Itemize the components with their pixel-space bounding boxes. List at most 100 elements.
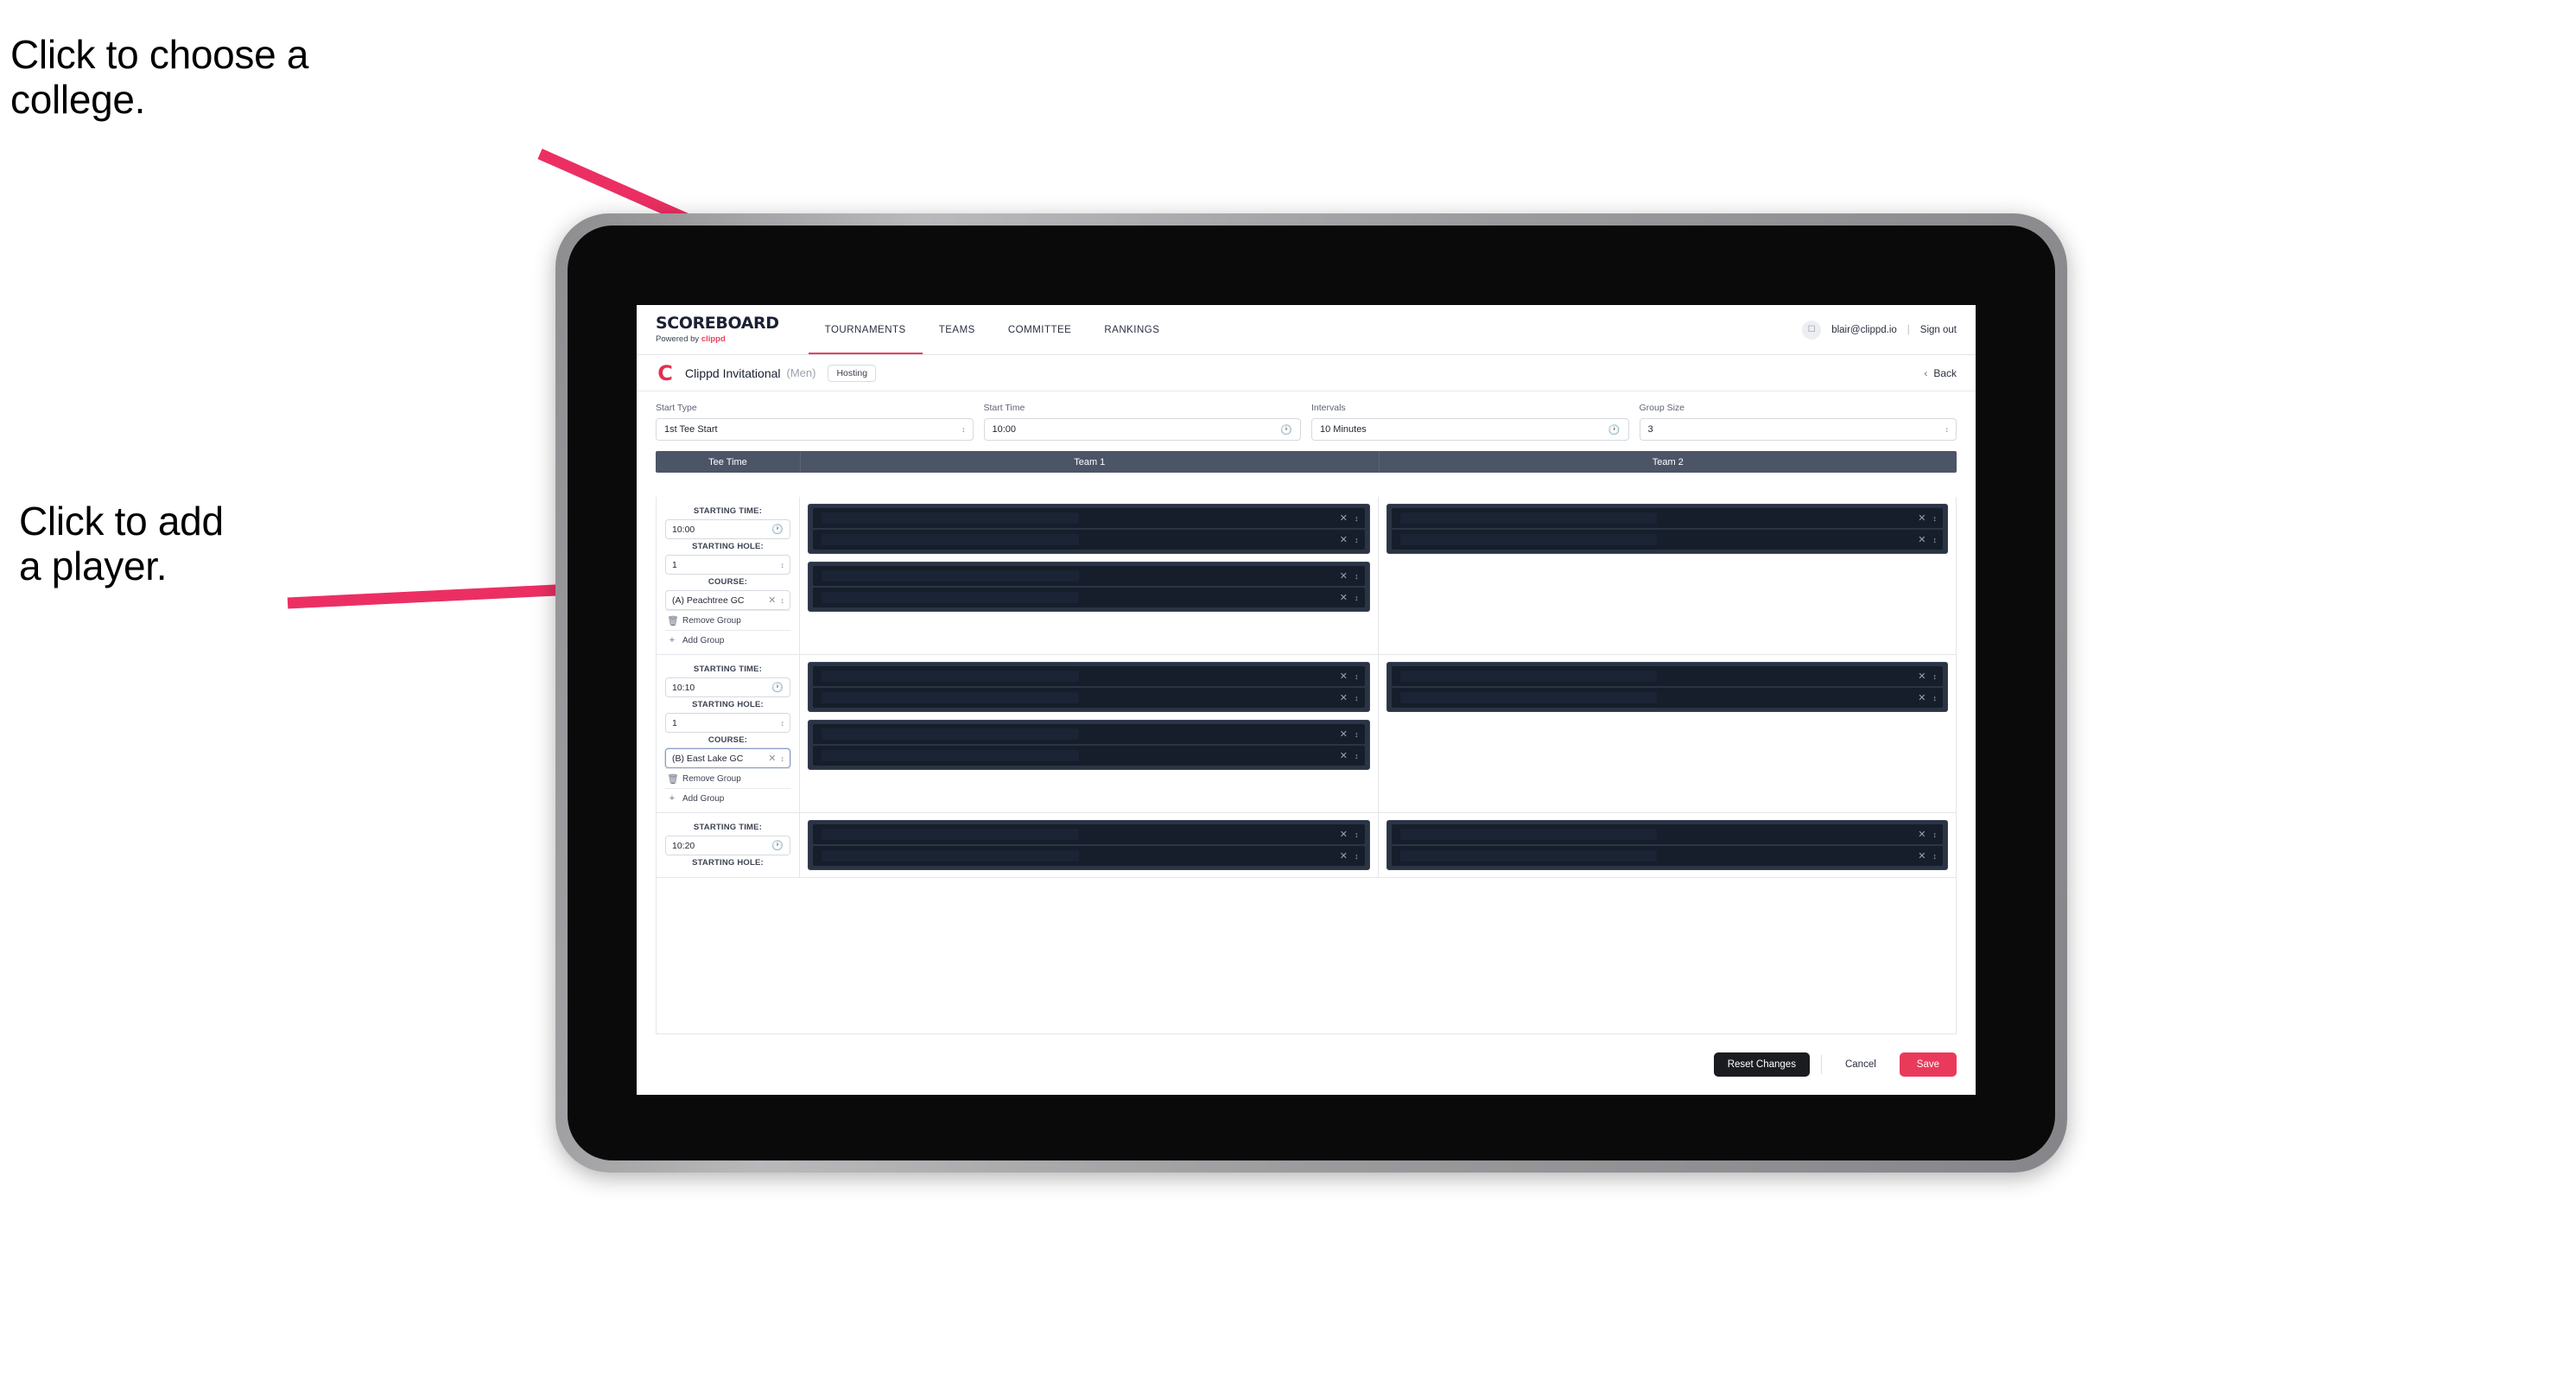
player-slot[interactable]: ✕ ↕ — [813, 746, 1365, 766]
clear-icon[interactable]: ✕ — [1918, 671, 1926, 682]
clear-icon[interactable]: ✕ — [1340, 850, 1348, 861]
clear-icon[interactable]: ✕ — [1918, 692, 1926, 703]
chevron-updown-icon[interactable]: ↕ — [1355, 594, 1358, 602]
chevron-updown-icon[interactable]: ↕ — [1933, 536, 1937, 544]
player-slot[interactable]: ✕ ↕ — [813, 588, 1365, 607]
chevron-updown-icon[interactable]: ↕ — [1355, 752, 1358, 760]
player-name-placeholder — [1399, 671, 1658, 682]
clear-icon[interactable]: ✕ — [1340, 750, 1348, 761]
input-starting-time[interactable]: 10:00 🕐 — [665, 519, 790, 539]
screenshot-root: Click to choose a college. Click to add … — [0, 0, 2576, 1386]
nav-tab-tournaments[interactable]: TOURNAMENTS — [808, 305, 923, 354]
input-start-time[interactable]: 10:00 🕐 — [983, 418, 1301, 441]
chevron-updown-icon[interactable]: ↕ — [1933, 852, 1937, 861]
pairings-table-header: Tee Time Team 1 Team 2 — [656, 451, 1957, 473]
input-starting-time[interactable]: 10:10 🕐 — [665, 677, 790, 697]
chevron-updown-icon[interactable]: ↕ — [1355, 852, 1358, 861]
chevron-updown-icon: ↕ — [780, 718, 784, 728]
player-slot[interactable]: ✕ ↕ — [1391, 688, 1943, 708]
input-starting-hole[interactable]: 1 ↕ — [665, 555, 790, 575]
clear-icon[interactable]: ✕ — [1340, 671, 1348, 682]
clear-icon[interactable]: ✕ — [1340, 512, 1348, 524]
player-slot[interactable]: ✕ ↕ — [813, 846, 1365, 866]
player-slot[interactable]: ✕ ↕ — [1391, 508, 1943, 528]
clock-icon: 🕐 — [1608, 424, 1621, 436]
add-group-button[interactable]: + Add Group — [665, 630, 790, 649]
clear-icon[interactable]: ✕ — [1340, 592, 1348, 603]
clear-icon[interactable]: ✕ — [1918, 534, 1926, 545]
player-slot[interactable]: ✕ ↕ — [813, 724, 1365, 744]
player-name-placeholder — [822, 850, 1079, 861]
player-name-placeholder — [1399, 692, 1658, 703]
player-name-placeholder — [1399, 829, 1658, 840]
back-link[interactable]: ‹ Back — [1924, 367, 1957, 379]
user-avatar-icon[interactable]: ☐ — [1802, 320, 1822, 340]
clear-icon[interactable]: ✕ — [1340, 534, 1348, 545]
chevron-updown-icon[interactable]: ↕ — [1933, 830, 1937, 839]
reset-changes-button[interactable]: Reset Changes — [1713, 1052, 1810, 1077]
player-slot[interactable]: ✕ ↕ — [813, 530, 1365, 550]
value-starting-time: 10:20 — [672, 840, 695, 851]
trash-icon: 🗑 — [667, 774, 679, 785]
select-intervals[interactable]: 10 Minutes 🕐 — [1311, 418, 1629, 441]
hosting-badge: Hosting — [828, 364, 877, 382]
player-slot[interactable]: ✕ ↕ — [1391, 666, 1943, 686]
clear-icon[interactable]: ✕ — [1918, 850, 1926, 861]
chevron-updown-icon[interactable]: ↕ — [1355, 672, 1358, 681]
value-course: (B) East Lake GC — [672, 753, 744, 764]
tee-time-cell: STARTING TIME: 10:10 🕐 STARTING HOLE: 1 … — [657, 655, 800, 812]
action-footer: Reset Changes Cancel Save — [637, 1034, 1976, 1095]
player-slot[interactable]: ✕ ↕ — [1391, 530, 1943, 550]
chevron-updown-icon[interactable]: ↕ — [1355, 694, 1358, 703]
stepper-group-size[interactable]: 3 ↕ — [1639, 418, 1957, 441]
sign-out-link[interactable]: Sign out — [1920, 325, 1957, 335]
add-group-button[interactable]: + Add Group — [665, 788, 790, 807]
player-slot[interactable]: ✕ ↕ — [813, 566, 1365, 586]
nav-tab-committee[interactable]: COMMITTEE — [992, 305, 1088, 354]
select-course[interactable]: (B) East Lake GC ✕ ↕ — [665, 748, 790, 768]
save-button[interactable]: Save — [1899, 1052, 1957, 1077]
clear-icon[interactable]: ✕ — [1340, 570, 1348, 582]
nav-tab-rankings[interactable]: RANKINGS — [1088, 305, 1176, 354]
chevron-updown-icon[interactable]: ↕ — [1933, 694, 1937, 703]
brand-logo[interactable]: SCOREBOARD Powered by clippd — [656, 305, 809, 354]
select-start-type[interactable]: 1st Tee Start ↕ — [656, 418, 974, 441]
chevron-updown-icon[interactable]: ↕ — [1355, 536, 1358, 544]
player-slot[interactable]: ✕ ↕ — [1391, 824, 1943, 844]
input-starting-hole[interactable]: 1 ↕ — [665, 713, 790, 733]
label-starting-hole: STARTING HOLE: — [692, 542, 764, 551]
account-email: blair@clippd.io — [1831, 324, 1897, 335]
player-name-placeholder — [822, 512, 1079, 524]
chevron-updown-icon[interactable]: ↕ — [1355, 514, 1358, 523]
player-slot[interactable]: ✕ ↕ — [813, 824, 1365, 844]
tournament-name: Clippd Invitational — [685, 366, 781, 380]
nav-tab-teams[interactable]: TEAMS — [923, 305, 992, 354]
clear-icon[interactable]: ✕ — [768, 594, 776, 606]
player-slot[interactable]: ✕ ↕ — [813, 666, 1365, 686]
label-starting-time: STARTING TIME: — [693, 506, 763, 516]
clear-icon[interactable]: ✕ — [1918, 829, 1926, 840]
player-group: ✕ ↕ ✕ ↕ — [808, 662, 1370, 712]
clear-icon[interactable]: ✕ — [768, 753, 776, 764]
player-slot[interactable]: ✕ ↕ — [813, 508, 1365, 528]
player-slot[interactable]: ✕ ↕ — [813, 688, 1365, 708]
remove-group-button[interactable]: 🗑 Remove Group — [665, 768, 790, 788]
chevron-updown-icon[interactable]: ↕ — [1933, 514, 1937, 523]
clear-icon[interactable]: ✕ — [1340, 692, 1348, 703]
chevron-updown-icon[interactable]: ↕ — [1355, 830, 1358, 839]
clear-icon[interactable]: ✕ — [1918, 512, 1926, 524]
clear-icon[interactable]: ✕ — [1340, 728, 1348, 740]
remove-group-button[interactable]: 🗑 Remove Group — [665, 610, 790, 630]
cancel-button[interactable]: Cancel — [1833, 1052, 1888, 1077]
player-slot[interactable]: ✕ ↕ — [1391, 846, 1943, 866]
chevron-updown-icon: ↕ — [961, 425, 965, 434]
chevron-updown-icon[interactable]: ↕ — [1355, 730, 1358, 739]
chevron-updown-icon[interactable]: ↕ — [1355, 572, 1358, 581]
select-course[interactable]: (A) Peachtree GC ✕ ↕ — [665, 590, 790, 610]
pairings-table-body[interactable]: STARTING TIME: 10:00 🕐 STARTING HOLE: 1 … — [656, 497, 1957, 1034]
chevron-updown-icon[interactable]: ↕ — [1933, 672, 1937, 681]
input-starting-time[interactable]: 10:20 🕐 — [665, 836, 790, 855]
player-group: ✕ ↕ ✕ ↕ — [1386, 662, 1948, 712]
player-name-placeholder — [822, 671, 1079, 682]
clear-icon[interactable]: ✕ — [1340, 829, 1348, 840]
